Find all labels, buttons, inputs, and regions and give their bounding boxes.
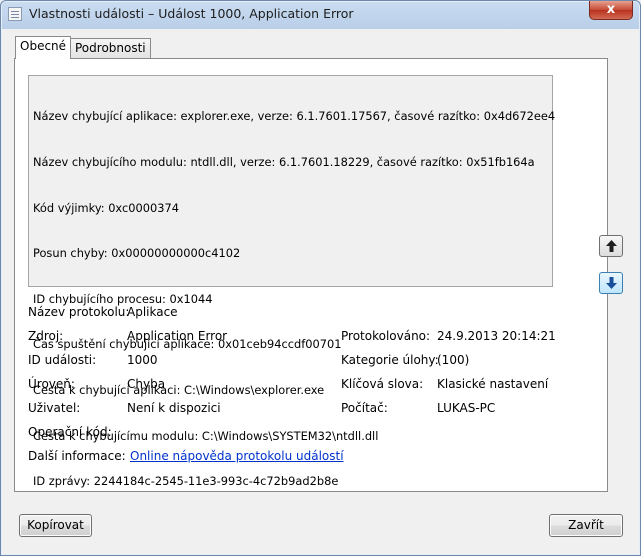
logged-label: Protokolováno: (341, 329, 431, 343)
close-window-button[interactable]: x (589, 1, 633, 20)
description-line: Kód výjimky: 0xc0000374 (33, 200, 179, 215)
source-label: Zdroj: (28, 329, 64, 343)
arrow-down-icon (606, 277, 617, 289)
event-id-label: ID události: (28, 353, 97, 367)
arrow-up-icon (606, 240, 617, 252)
description-line: Název chybující aplikace: explorer.exe, … (33, 109, 556, 124)
previous-event-button[interactable] (599, 235, 623, 257)
keywords-label: Klíčová slova: (341, 377, 424, 391)
event-viewer-icon (8, 7, 22, 21)
task-category-label: Kategorie úlohy: (341, 353, 439, 367)
online-help-link[interactable]: Online nápověda protokolu událostí (130, 449, 344, 463)
log-name-value: Aplikace (127, 305, 178, 319)
source-value: Application Error (127, 329, 228, 343)
tab-general[interactable]: Obecné (15, 36, 72, 59)
level-value: Chyba (127, 377, 166, 391)
next-event-button[interactable] (599, 272, 623, 294)
user-value: Není k dispozici (127, 401, 221, 415)
task-category-value: (100) (437, 353, 470, 367)
more-info-label: Další informace: (28, 449, 126, 463)
keywords-value: Klasické nastavení (437, 377, 549, 391)
description-line: Název chybujícího modulu: ntdll.dll, ver… (33, 155, 535, 170)
computer-label: Počítač: (341, 401, 388, 415)
level-label: Úroveň: (28, 377, 75, 391)
user-label: Uživatel: (28, 401, 81, 415)
title-bar[interactable]: Vlastnosti události – Událost 1000, Appl… (1, 1, 640, 29)
computer-value: LUKAS-PC (437, 401, 496, 415)
description-line: Posun chyby: 0x00000000000c4102 (33, 246, 241, 261)
copy-button[interactable]: Kopírovat (19, 514, 92, 537)
close-button[interactable]: Zavřít (549, 514, 623, 537)
description-line: ID zprávy: 2244184c-2545-11e3-993c-4c72b… (33, 474, 339, 489)
log-name-label: Název protokolu: (28, 305, 130, 319)
event-id-value: 1000 (127, 353, 158, 367)
opcode-label: Operační kód: (28, 425, 112, 439)
event-description-box[interactable]: Název chybující aplikace: explorer.exe, … (28, 75, 556, 488)
logged-value: 24.9.2013 20:14:21 (437, 329, 556, 343)
window-title: Vlastnosti události – Událost 1000, Appl… (29, 6, 354, 21)
tab-details[interactable]: Podrobnosti (70, 38, 151, 58)
